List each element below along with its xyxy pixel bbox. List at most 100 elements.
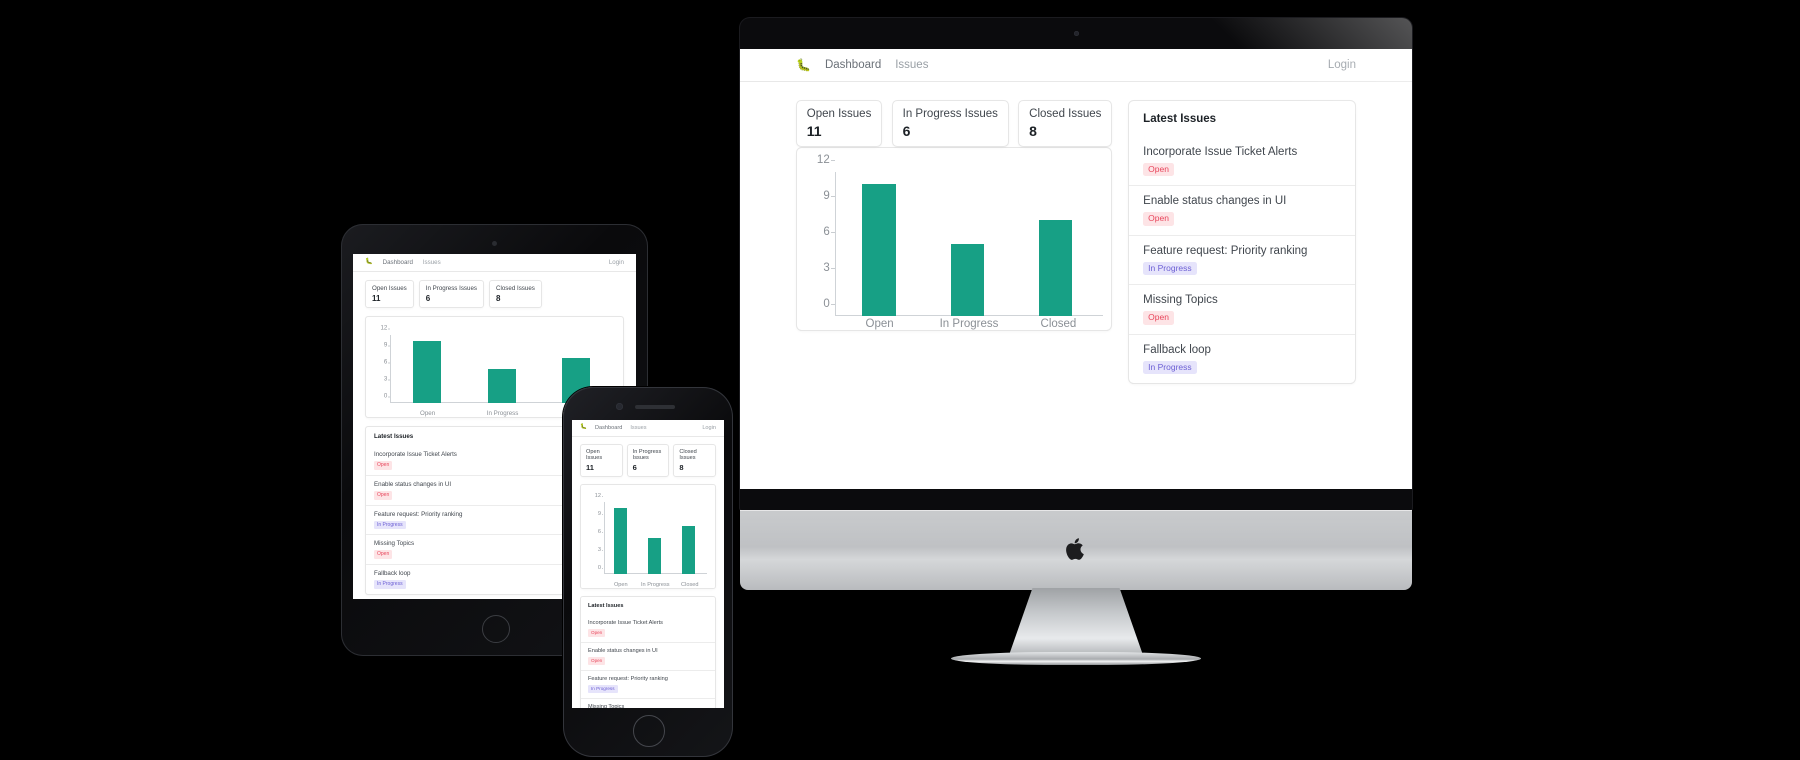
bug-icon[interactable]: 🐛	[365, 259, 373, 265]
stat-card-value: 8	[1029, 123, 1037, 140]
chart-bars	[835, 172, 1100, 317]
issues-bar-chart-panel: 0 3 6 9 12 Open In Progress Closed	[796, 147, 1113, 332]
stat-card-in-progress-issues[interactable]: In Progress Issues 6	[626, 444, 670, 477]
stat-card-closed-issues[interactable]: Closed Issues 8	[489, 280, 542, 308]
navbar-right: Login	[609, 259, 624, 266]
y-axis-tick-label: 9	[823, 190, 836, 203]
home-button[interactable]	[481, 615, 510, 643]
status-badge: Open	[374, 461, 393, 470]
status-badge: In Progress	[1143, 261, 1197, 276]
nav-link-login[interactable]: Login	[1328, 59, 1356, 71]
imac-screen: 🐛 Dashboard Issues Login Open Issues 11 …	[740, 49, 1412, 489]
nav-link-issues[interactable]: Issues	[630, 425, 646, 431]
issue-list-item[interactable]: Enable status changes in UI Open	[581, 642, 715, 670]
nav-link-login[interactable]: Login	[702, 425, 716, 431]
navbar-left: 🐛 Dashboard Issues	[796, 59, 928, 71]
issue-list-item[interactable]: Feature request: Priority ranking In Prog…	[1129, 234, 1355, 284]
x-axis-tick-label: In Progress	[640, 581, 670, 588]
stat-card-label: Closed Issues	[679, 449, 697, 461]
latest-issues-list: Incorporate Issue Ticket Alerts Open Enabl…	[581, 615, 715, 708]
imac-bezel: 🐛 Dashboard Issues Login Open Issues 11 …	[740, 18, 1412, 510]
chart-bar-wrapper	[835, 172, 923, 317]
chart-bar-wrapper	[637, 502, 671, 574]
chart-bar-in-progress[interactable]	[487, 369, 516, 403]
stat-card-open-issues[interactable]: Open Issues 11	[580, 444, 623, 477]
chart-bar-open[interactable]	[614, 507, 627, 574]
stat-card-value: 6	[902, 123, 911, 140]
latest-issues-header: Latest Issues	[1129, 101, 1355, 137]
stat-card-label: In Progress Issues	[425, 285, 477, 292]
earpiece-speaker	[635, 405, 675, 409]
latest-issues-list: Incorporate Issue Ticket Alerts Open Enabl…	[1129, 137, 1355, 383]
issue-list-item[interactable]: Fallback loop In Progress	[1129, 333, 1355, 383]
stat-card-in-progress-issues[interactable]: In Progress Issues 6	[891, 100, 1009, 148]
chart-bar-open[interactable]	[862, 184, 896, 317]
chart-y-axis: 0 3 6 9 12	[589, 493, 604, 574]
nav-link-dashboard[interactable]: Dashboard	[825, 59, 881, 71]
status-badge: Open	[1143, 163, 1174, 177]
y-axis-tick-label: 3	[383, 375, 391, 383]
navbar-left: 🐛 Dashboard Issues	[365, 259, 441, 266]
stat-card-value: 11	[586, 462, 594, 472]
status-badge: In Progress	[374, 580, 406, 589]
stat-card-value: 11	[806, 123, 822, 140]
home-button[interactable]	[633, 715, 665, 747]
chart-bar-closed[interactable]	[1038, 220, 1073, 317]
apple-logo-icon	[1066, 538, 1084, 560]
stat-card-value: 8	[679, 462, 684, 472]
navbar-right: Login	[702, 425, 716, 431]
status-badge: Open	[588, 628, 606, 638]
chart-bar-in-progress[interactable]	[950, 244, 985, 317]
front-camera-icon	[492, 241, 497, 246]
issue-list-item[interactable]: Missing TopicsOpen	[1129, 284, 1355, 333]
chart-bar-wrapper	[604, 502, 638, 574]
issue-list-item[interactable]: Incorporate Issue Ticket Alerts Open	[581, 615, 715, 642]
chart-bar-in-progress[interactable]	[647, 537, 661, 574]
stat-card-closed-issues[interactable]: Closed Issues 8	[673, 444, 717, 477]
issue-title: Feature request: Priority ranking	[588, 676, 668, 683]
x-axis-tick-label: Closed	[1040, 318, 1077, 331]
nav-link-issues[interactable]: Issues	[895, 59, 928, 71]
stat-card-closed-issues[interactable]: Closed Issues 8	[1018, 100, 1113, 148]
stat-card-in-progress-issues[interactable]: In Progress Issues 6	[418, 280, 484, 308]
stat-card-label: Closed Issues	[1029, 107, 1102, 120]
bug-icon[interactable]: 🐛	[580, 425, 587, 431]
stat-card-open-issues[interactable]: Open Issues 11	[796, 100, 883, 148]
bug-icon[interactable]: 🐛	[796, 59, 811, 71]
chart-bar-closed[interactable]	[681, 525, 695, 574]
stat-card-open-issues[interactable]: Open Issues 11	[365, 280, 414, 308]
stat-card-value: 11	[372, 294, 381, 303]
status-badge: In Progress	[1143, 360, 1197, 375]
nav-link-issues[interactable]: Issues	[423, 259, 441, 266]
navbar-left: 🐛 Dashboard Issues	[580, 425, 647, 431]
nav-link-dashboard[interactable]: Dashboard	[595, 425, 622, 431]
issue-list-item[interactable]: Incorporate Issue Ticket Alerts Open	[1129, 137, 1355, 185]
latest-issues-header: Latest Issues	[581, 597, 715, 615]
issue-list-item[interactable]: Enable status changes in UI Open	[1129, 185, 1355, 234]
chart-y-axis: 0 3 6 9 12	[374, 325, 391, 403]
nav-link-login[interactable]: Login	[609, 259, 624, 266]
x-axis-tick-label: Open	[613, 581, 628, 588]
status-badge: Open	[1143, 212, 1174, 226]
chart-bar-wrapper	[1011, 172, 1099, 317]
imac-stand	[1008, 588, 1144, 658]
issue-title: Missing Topics	[588, 704, 625, 708]
latest-issues-title: Latest Issues	[1143, 113, 1217, 125]
stat-card-label: Open Issues	[806, 107, 872, 120]
stat-card-label: In Progress Issues	[632, 449, 662, 461]
y-axis-tick-label: 3	[597, 546, 604, 553]
y-axis-tick-label: 0	[823, 298, 836, 311]
phone-device-iphone: 🐛 Dashboard Issues Login Open Issues 11	[563, 387, 733, 757]
status-badge: Open	[588, 657, 606, 666]
issue-title: Feature request: Priority ranking	[1143, 244, 1308, 257]
stat-card-value: 6	[632, 462, 637, 472]
issue-title: Fallback loop	[1143, 343, 1211, 356]
y-axis-tick-label: 0	[383, 392, 391, 400]
nav-link-dashboard[interactable]: Dashboard	[383, 259, 413, 266]
stat-card-value: 8	[496, 294, 501, 303]
chart-bar-wrapper	[671, 502, 705, 574]
issue-list-item[interactable]: Missing TopicsOpen	[581, 698, 715, 708]
stat-card-group: Open Issues 11 In Progress Issues 6 Clos…	[365, 280, 624, 308]
chart-bar-open[interactable]	[413, 340, 442, 403]
issue-list-item[interactable]: Feature request: Priority ranking In Prog…	[581, 670, 715, 698]
